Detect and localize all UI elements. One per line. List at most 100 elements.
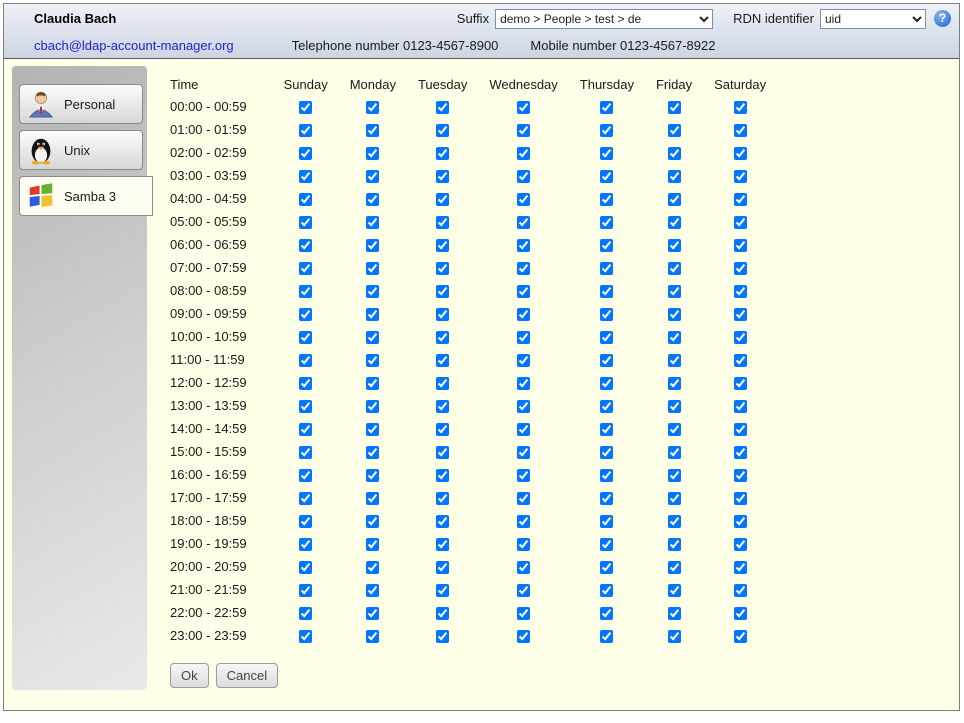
hour-checkbox[interactable] [734, 377, 747, 390]
hour-checkbox[interactable] [734, 124, 747, 137]
hour-checkbox[interactable] [517, 492, 530, 505]
hour-checkbox[interactable] [366, 607, 379, 620]
hour-checkbox[interactable] [366, 239, 379, 252]
hour-checkbox[interactable] [734, 584, 747, 597]
hour-checkbox[interactable] [299, 239, 312, 252]
hour-checkbox[interactable] [436, 285, 449, 298]
hour-checkbox[interactable] [734, 170, 747, 183]
hour-checkbox[interactable] [366, 584, 379, 597]
ok-button[interactable]: Ok [170, 663, 209, 688]
hour-checkbox[interactable] [600, 423, 613, 436]
hour-checkbox[interactable] [734, 630, 747, 643]
hour-checkbox[interactable] [517, 538, 530, 551]
hour-checkbox[interactable] [734, 239, 747, 252]
hour-checkbox[interactable] [436, 515, 449, 528]
hour-checkbox[interactable] [668, 285, 681, 298]
hour-checkbox[interactable] [517, 216, 530, 229]
hour-checkbox[interactable] [600, 285, 613, 298]
hour-checkbox[interactable] [366, 354, 379, 367]
suffix-select[interactable]: demo > People > test > de [495, 9, 713, 29]
hour-checkbox[interactable] [436, 630, 449, 643]
hour-checkbox[interactable] [734, 607, 747, 620]
hour-checkbox[interactable] [517, 101, 530, 114]
hour-checkbox[interactable] [436, 354, 449, 367]
tab-samba3[interactable]: Samba 3 [19, 176, 153, 216]
hour-checkbox[interactable] [517, 262, 530, 275]
hour-checkbox[interactable] [366, 469, 379, 482]
hour-checkbox[interactable] [366, 377, 379, 390]
hour-checkbox[interactable] [668, 239, 681, 252]
hour-checkbox[interactable] [366, 308, 379, 321]
hour-checkbox[interactable] [600, 400, 613, 413]
hour-checkbox[interactable] [436, 216, 449, 229]
hour-checkbox[interactable] [600, 124, 613, 137]
hour-checkbox[interactable] [436, 469, 449, 482]
hour-checkbox[interactable] [668, 561, 681, 574]
hour-checkbox[interactable] [734, 469, 747, 482]
hour-checkbox[interactable] [366, 630, 379, 643]
hour-checkbox[interactable] [299, 170, 312, 183]
hour-checkbox[interactable] [366, 492, 379, 505]
hour-checkbox[interactable] [600, 239, 613, 252]
hour-checkbox[interactable] [436, 147, 449, 160]
hour-checkbox[interactable] [366, 561, 379, 574]
hour-checkbox[interactable] [668, 147, 681, 160]
hour-checkbox[interactable] [366, 331, 379, 344]
hour-checkbox[interactable] [668, 469, 681, 482]
hour-checkbox[interactable] [436, 193, 449, 206]
hour-checkbox[interactable] [517, 469, 530, 482]
hour-checkbox[interactable] [600, 101, 613, 114]
hour-checkbox[interactable] [436, 331, 449, 344]
hour-checkbox[interactable] [366, 147, 379, 160]
hour-checkbox[interactable] [299, 423, 312, 436]
hour-checkbox[interactable] [517, 423, 530, 436]
hour-checkbox[interactable] [600, 584, 613, 597]
hour-checkbox[interactable] [517, 285, 530, 298]
hour-checkbox[interactable] [600, 469, 613, 482]
hour-checkbox[interactable] [299, 630, 312, 643]
hour-checkbox[interactable] [517, 515, 530, 528]
hour-checkbox[interactable] [436, 423, 449, 436]
hour-checkbox[interactable] [668, 308, 681, 321]
hour-checkbox[interactable] [299, 285, 312, 298]
hour-checkbox[interactable] [668, 584, 681, 597]
hour-checkbox[interactable] [517, 561, 530, 574]
hour-checkbox[interactable] [299, 538, 312, 551]
hour-checkbox[interactable] [734, 262, 747, 275]
hour-checkbox[interactable] [668, 101, 681, 114]
hour-checkbox[interactable] [366, 400, 379, 413]
help-icon[interactable]: ? [934, 10, 951, 27]
hour-checkbox[interactable] [299, 308, 312, 321]
hour-checkbox[interactable] [299, 515, 312, 528]
hour-checkbox[interactable] [734, 538, 747, 551]
hour-checkbox[interactable] [366, 262, 379, 275]
hour-checkbox[interactable] [668, 216, 681, 229]
hour-checkbox[interactable] [668, 538, 681, 551]
hour-checkbox[interactable] [517, 630, 530, 643]
hour-checkbox[interactable] [734, 285, 747, 298]
hour-checkbox[interactable] [436, 308, 449, 321]
hour-checkbox[interactable] [436, 170, 449, 183]
hour-checkbox[interactable] [299, 354, 312, 367]
hour-checkbox[interactable] [299, 377, 312, 390]
hour-checkbox[interactable] [668, 400, 681, 413]
hour-checkbox[interactable] [668, 262, 681, 275]
hour-checkbox[interactable] [600, 170, 613, 183]
hour-checkbox[interactable] [600, 308, 613, 321]
hour-checkbox[interactable] [299, 216, 312, 229]
hour-checkbox[interactable] [299, 331, 312, 344]
hour-checkbox[interactable] [734, 354, 747, 367]
hour-checkbox[interactable] [366, 216, 379, 229]
cancel-button[interactable]: Cancel [216, 663, 278, 688]
hour-checkbox[interactable] [517, 400, 530, 413]
hour-checkbox[interactable] [600, 331, 613, 344]
rdn-identifier-select[interactable]: uid [820, 9, 926, 29]
hour-checkbox[interactable] [436, 400, 449, 413]
hour-checkbox[interactable] [668, 607, 681, 620]
hour-checkbox[interactable] [600, 561, 613, 574]
hour-checkbox[interactable] [299, 446, 312, 459]
tab-personal[interactable]: Personal [19, 84, 143, 124]
hour-checkbox[interactable] [734, 216, 747, 229]
hour-checkbox[interactable] [734, 308, 747, 321]
hour-checkbox[interactable] [600, 538, 613, 551]
